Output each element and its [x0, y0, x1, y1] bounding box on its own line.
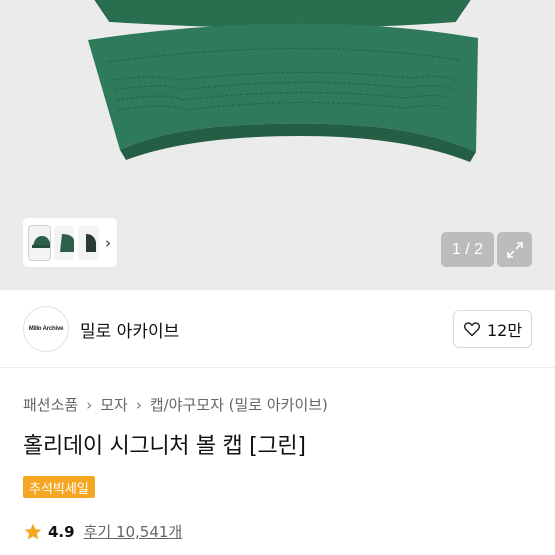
sale-badge: 추석빅세일: [23, 476, 95, 498]
like-button[interactable]: 12만: [453, 310, 532, 348]
like-count: 12만: [486, 321, 523, 340]
chevron-right-icon: ›: [86, 395, 93, 414]
store-logo[interactable]: Millo Archive: [23, 306, 69, 352]
store-name[interactable]: 밀로 아카이브: [80, 317, 179, 342]
chevron-right-icon: ›: [135, 395, 142, 414]
breadcrumb: 패션소품 › 모자 › 캡/야구모자 (밀로 아카이브): [23, 394, 328, 415]
chevron-right-icon[interactable]: ›: [105, 234, 111, 252]
thumbnail-strip[interactable]: ›: [23, 218, 117, 267]
image-counter: 1 / 2: [441, 232, 494, 267]
heart-icon: [463, 322, 481, 337]
rating-row: 4.9 후기 10,541개: [23, 521, 182, 542]
breadcrumb-item[interactable]: 모자: [100, 394, 128, 415]
product-image-gallery[interactable]: › 1 / 2: [0, 0, 555, 290]
thumbnail-2[interactable]: [53, 225, 75, 260]
breadcrumb-item[interactable]: 캡/야구모자 (밀로 아카이브): [150, 394, 328, 415]
product-title: 홀리데이 시그니처 볼 캡 [그린]: [23, 434, 306, 459]
reviews-link[interactable]: 후기 10,541개: [84, 521, 183, 542]
star-icon: [24, 523, 42, 539]
store-row[interactable]: Millo Archive 밀로 아카이브 12만: [0, 290, 555, 368]
breadcrumb-item[interactable]: 패션소품: [23, 394, 78, 415]
expand-icon[interactable]: [497, 232, 532, 267]
thumbnail-3[interactable]: [78, 225, 100, 260]
thumbnail-1[interactable]: [28, 224, 51, 261]
rating-score: 4.9: [48, 522, 75, 541]
